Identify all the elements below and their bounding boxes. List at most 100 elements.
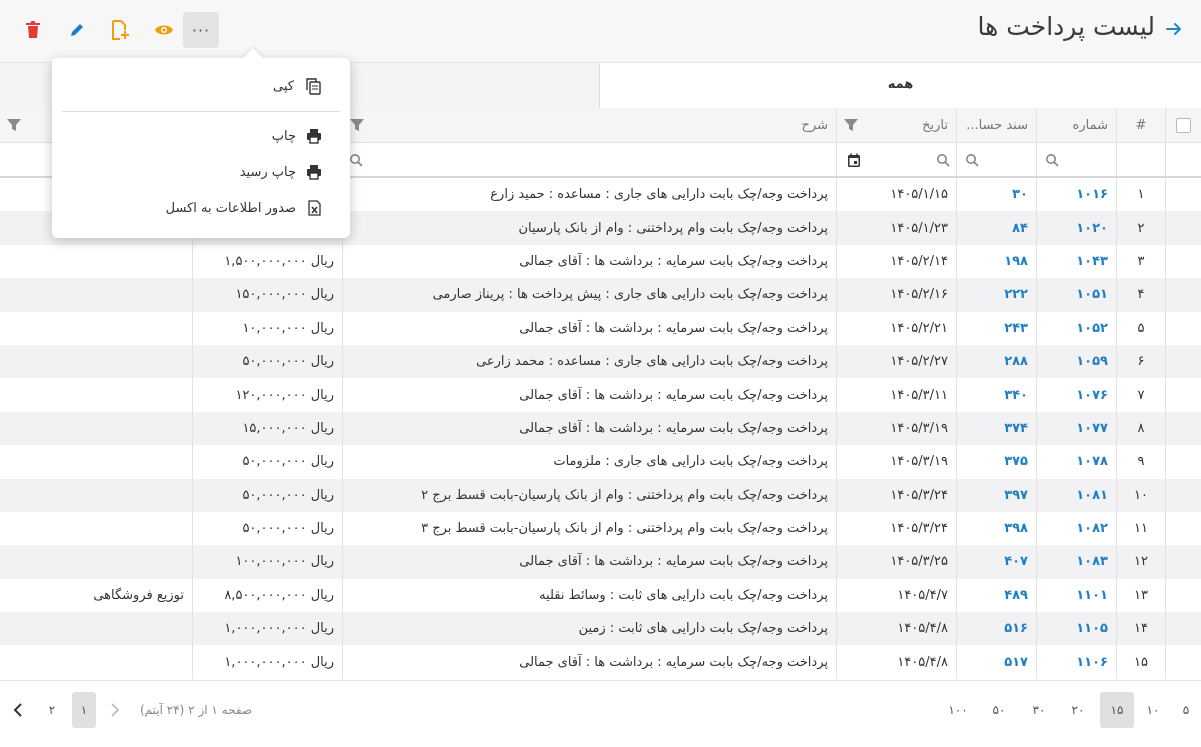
row-number-link[interactable]: ۱۰۸۲ xyxy=(1036,511,1116,546)
row-doc-link[interactable]: ۴۰۷ xyxy=(956,545,1036,579)
row-number-link-text[interactable]: ۱۰۴۳ xyxy=(1076,254,1108,269)
page-size-option[interactable]: ۱۰ xyxy=(1139,692,1167,728)
row-number-link-text[interactable]: ۱۰۵۹ xyxy=(1076,354,1108,369)
col-number-header[interactable]: شماره xyxy=(1036,108,1116,142)
col-date-header[interactable]: تاریخ xyxy=(836,108,956,142)
table-row[interactable]: ۱۰ ۱۰۸۱ ۳۹۷ ۱۴۰۵/۳/۲۴ پرداخت وجه/چک بابت وام… xyxy=(0,478,1201,512)
row-doc-link-text[interactable]: ۴۸۹ xyxy=(1004,588,1028,603)
row-number-link-text[interactable]: ۱۰۷۶ xyxy=(1076,388,1108,403)
row-checkbox-cell[interactable] xyxy=(1165,411,1201,446)
row-doc-link[interactable]: ۲۸۸ xyxy=(956,344,1036,379)
row-checkbox-cell[interactable] xyxy=(1165,211,1201,245)
page-size-option[interactable]: ۳۰ xyxy=(1022,692,1056,728)
row-checkbox-cell[interactable] xyxy=(1165,244,1201,279)
table-row[interactable]: ۵ ۱۰۵۲ ۲۴۳ ۱۴۰۵/۲/۲۱ پرداخت وجه/چک بابت سرما… xyxy=(0,311,1201,345)
prev-page-button[interactable] xyxy=(100,692,130,728)
row-doc-link-text[interactable]: ۳۷۴ xyxy=(1004,421,1028,436)
back-arrow-icon[interactable] xyxy=(1161,18,1187,44)
table-row[interactable]: ۱۴ ۱۱۰۵ ۵۱۶ ۱۴۰۵/۴/۸ پرداخت وجه/چک بابت دارا… xyxy=(0,612,1201,646)
table-row[interactable]: ۱۳ ۱۱۰۱ ۴۸۹ ۱۴۰۵/۴/۷ پرداخت وجه/چک بابت دارا… xyxy=(0,578,1201,613)
row-number-link[interactable]: ۱۰۵۲ xyxy=(1036,311,1116,345)
page-size-option[interactable]: ۵ xyxy=(1172,692,1200,728)
add-document-button[interactable] xyxy=(102,12,138,48)
row-number-link[interactable]: ۱۱۰۱ xyxy=(1036,578,1116,613)
view-button[interactable] xyxy=(146,12,182,48)
row-number-link[interactable]: ۱۰۲۰ xyxy=(1036,211,1116,245)
table-row[interactable]: ۱۱ ۱۰۸۲ ۳۹۸ ۱۴۰۵/۳/۲۴ پرداخت وجه/چک بابت وام… xyxy=(0,511,1201,546)
row-number-link-text[interactable]: ۱۰۱۶ xyxy=(1076,187,1108,202)
row-doc-link[interactable]: ۳۷۴ xyxy=(956,411,1036,446)
table-row[interactable]: ۹ ۱۰۷۸ ۳۷۵ ۱۴۰۵/۳/۱۹ پرداخت وجه/چک بابت دارا… xyxy=(0,445,1201,479)
row-checkbox-cell[interactable] xyxy=(1165,578,1201,613)
row-doc-link-text[interactable]: ۳۹۷ xyxy=(1004,488,1028,503)
row-checkbox-cell[interactable] xyxy=(1165,645,1201,679)
date-filter-icon[interactable] xyxy=(843,117,859,137)
row-number-link-text[interactable]: ۱۰۷۷ xyxy=(1076,421,1108,436)
row-checkbox-cell[interactable] xyxy=(1165,445,1201,479)
row-number-link-text[interactable]: ۱۰۸۳ xyxy=(1076,554,1108,569)
row-number-link[interactable]: ۱۰۴۳ xyxy=(1036,244,1116,279)
row-checkbox-cell[interactable] xyxy=(1165,378,1201,412)
row-number-link[interactable]: ۱۰۱۶ xyxy=(1036,178,1116,212)
row-number-link[interactable]: ۱۰۷۷ xyxy=(1036,411,1116,446)
row-doc-link-text[interactable]: ۳۷۵ xyxy=(1004,454,1028,469)
row-number-link[interactable]: ۱۱۰۶ xyxy=(1036,645,1116,679)
row-doc-link-text[interactable]: ۲۸۸ xyxy=(1004,354,1028,369)
row-number-link-text[interactable]: ۱۰۸۲ xyxy=(1076,521,1108,536)
row-doc-link[interactable]: ۴۸۹ xyxy=(956,578,1036,613)
row-number-link[interactable]: ۱۰۷۶ xyxy=(1036,378,1116,412)
col-desc-header[interactable]: شرح xyxy=(342,108,836,142)
row-checkbox-cell[interactable] xyxy=(1165,478,1201,512)
row-doc-link-text[interactable]: ۲۴۳ xyxy=(1004,321,1028,336)
select-all-checkbox[interactable] xyxy=(1165,108,1201,142)
menu-item-print-receipt[interactable]: چاپ رسید xyxy=(240,158,322,186)
table-row[interactable]: ۱۲ ۱۰۸۳ ۴۰۷ ۱۴۰۵/۳/۲۵ پرداخت وجه/چک بابت سرم… xyxy=(0,545,1201,579)
row-checkbox-cell[interactable] xyxy=(1165,545,1201,579)
menu-item-print[interactable]: چاپ xyxy=(272,122,322,150)
table-row[interactable]: ۶ ۱۰۵۹ ۲۸۸ ۱۴۰۵/۲/۲۷ پرداخت وجه/چک بابت دارا… xyxy=(0,344,1201,379)
row-doc-link[interactable]: ۵۱۶ xyxy=(956,612,1036,646)
row-number-link-text[interactable]: ۱۱۰۶ xyxy=(1076,655,1108,670)
number-filter-input[interactable] xyxy=(1036,143,1116,176)
row-doc-link-text[interactable]: ۱۹۸ xyxy=(1004,254,1028,269)
row-number-link-text[interactable]: ۱۰۸۱ xyxy=(1076,488,1108,503)
row-checkbox-cell[interactable] xyxy=(1165,178,1201,212)
col-doc-header[interactable]: سند حسا... xyxy=(956,108,1036,142)
row-number-link[interactable]: ۱۰۷۸ xyxy=(1036,445,1116,479)
extra-filter-icon[interactable] xyxy=(6,117,22,137)
row-number-link-text[interactable]: ۱۱۰۱ xyxy=(1076,588,1108,603)
more-options-button[interactable]: ··· xyxy=(183,12,219,48)
row-checkbox-cell[interactable] xyxy=(1165,344,1201,379)
row-doc-link[interactable]: ۳۹۷ xyxy=(956,478,1036,512)
row-number-link-text[interactable]: ۱۰۷۸ xyxy=(1076,454,1108,469)
row-doc-link-text[interactable]: ۵۱۷ xyxy=(1004,655,1028,670)
menu-item-export-excel[interactable]: صدور اطلاعات به اکسل xyxy=(166,194,322,222)
row-doc-link[interactable]: ۵۱۷ xyxy=(956,645,1036,679)
row-doc-link[interactable]: ۱۹۸ xyxy=(956,244,1036,279)
page-size-option[interactable]: ۵۰ xyxy=(982,692,1016,728)
page-size-option[interactable]: ۲۰ xyxy=(1061,692,1095,728)
page-size-option[interactable]: ۱۵ xyxy=(1100,692,1134,728)
row-doc-link[interactable]: ۲۴۳ xyxy=(956,311,1036,345)
next-page-button[interactable] xyxy=(4,692,32,728)
row-doc-link[interactable]: ۸۴ xyxy=(956,211,1036,245)
page-1-button[interactable]: ۱ xyxy=(72,692,96,728)
table-row[interactable]: ۳ ۱۰۴۳ ۱۹۸ ۱۴۰۵/۲/۱۴ پرداخت وجه/چک بابت سرما… xyxy=(0,244,1201,279)
edit-button[interactable] xyxy=(59,12,95,48)
row-doc-link-text[interactable]: ۳۴۰ xyxy=(1004,388,1028,403)
delete-button[interactable] xyxy=(15,12,51,48)
menu-item-copy[interactable]: کپی xyxy=(273,72,322,100)
row-doc-link[interactable]: ۳۷۵ xyxy=(956,445,1036,479)
row-doc-link-text[interactable]: ۸۴ xyxy=(1012,221,1028,236)
row-doc-link[interactable]: ۳۰ xyxy=(956,178,1036,212)
row-doc-link[interactable]: ۳۴۰ xyxy=(956,378,1036,412)
table-row[interactable]: ۸ ۱۰۷۷ ۳۷۴ ۱۴۰۵/۳/۱۹ پرداخت وجه/چک بابت سرما… xyxy=(0,411,1201,446)
row-doc-link-text[interactable]: ۳۰ xyxy=(1012,187,1028,202)
row-number-link[interactable]: ۱۱۰۵ xyxy=(1036,612,1116,646)
row-number-link[interactable]: ۱۰۵۱ xyxy=(1036,278,1116,312)
row-number-link-text[interactable]: ۱۰۵۱ xyxy=(1076,287,1108,302)
date-filter-input[interactable] xyxy=(836,143,956,176)
row-checkbox-cell[interactable] xyxy=(1165,311,1201,345)
row-number-link[interactable]: ۱۰۸۱ xyxy=(1036,478,1116,512)
row-number-link[interactable]: ۱۰۸۳ xyxy=(1036,545,1116,579)
